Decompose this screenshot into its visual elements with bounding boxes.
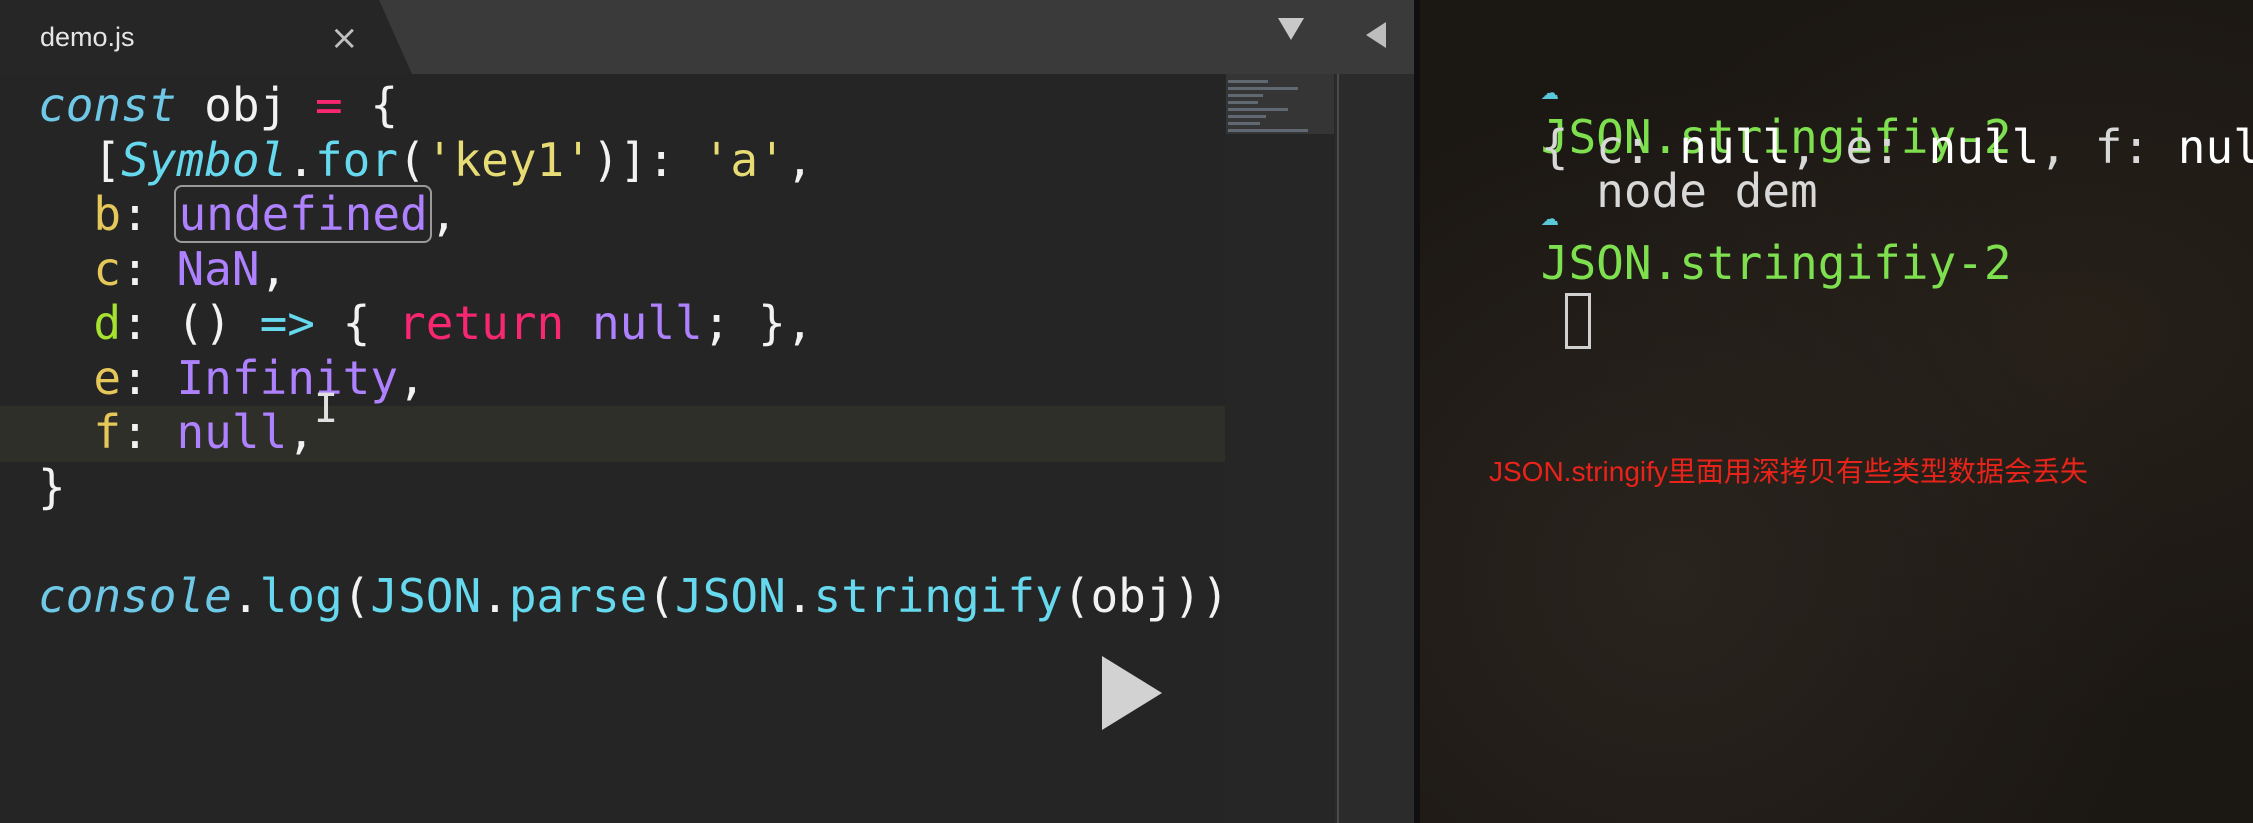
minimap[interactable] <box>1225 74 1335 823</box>
code-line[interactable]: f: null, <box>38 405 1257 460</box>
code-line[interactable]: console.log(JSON.parse(JSON.stringify(ob… <box>38 569 1257 624</box>
code-token: null <box>591 296 703 350</box>
code-token: 'key1' <box>425 132 592 187</box>
code-token: , <box>398 350 426 405</box>
code-token: log <box>259 568 343 623</box>
code-token: ( <box>398 132 426 187</box>
code-token: 'a' <box>702 132 786 187</box>
code-token: e <box>93 350 122 405</box>
code-token: : <box>121 350 177 405</box>
code-token: undefined <box>174 185 432 243</box>
code-token: NaN <box>176 241 260 296</box>
output-key-f: , f: <box>2039 120 2178 174</box>
code-token: Symbol <box>121 132 288 187</box>
code-token: } <box>38 459 66 514</box>
code-token: c <box>93 241 122 296</box>
code-line[interactable]: c: NaN, <box>38 242 1257 297</box>
code-line[interactable]: e: Infinity, <box>38 351 1257 406</box>
code-token: for <box>314 132 399 187</box>
code-line[interactable]: } <box>38 460 1257 515</box>
code-token: => <box>259 296 315 350</box>
code-editor[interactable]: demo.js × const obj = { [Symbol.for('key… <box>0 0 1414 823</box>
play-icon[interactable] <box>1102 656 1162 730</box>
code-token: Infinity <box>176 350 399 405</box>
output-val-f: null <box>2177 120 2253 174</box>
code-token: obj <box>176 78 315 132</box>
prompt-directory: JSON.stringifiy-2 <box>1540 236 2012 290</box>
code-token: console <box>38 568 232 623</box>
code-token: = <box>314 78 343 132</box>
code-token: : <box>121 405 177 459</box>
code-line[interactable]: b: undefined, <box>38 185 1257 243</box>
tab-bar: demo.js × <box>0 0 1414 74</box>
code-line[interactable]: d: () => { return null; }, <box>38 296 1257 351</box>
code-token: return <box>398 296 565 350</box>
cloud-icon: ☁ <box>1540 198 1559 233</box>
code-token: { <box>314 296 399 350</box>
code-token: , <box>287 405 315 459</box>
triangle-down-icon[interactable] <box>1278 18 1304 40</box>
vertical-ruler <box>1337 74 1339 823</box>
code-token: b <box>93 187 122 241</box>
code-token: const <box>38 78 177 132</box>
code-token: JSON <box>675 568 786 623</box>
minimap-lines <box>1228 80 1318 132</box>
terminal-cursor <box>1564 292 1591 349</box>
code-token: f <box>93 405 122 459</box>
code-token: . <box>785 568 814 623</box>
terminal-prompt-line-2[interactable]: ☁ JSON.stringifiy-2 <box>1430 128 2012 403</box>
code-token: . <box>287 132 315 187</box>
code-token: [ <box>38 132 122 187</box>
ibeam-cursor-icon: I <box>314 386 339 432</box>
code-token: parse <box>508 568 648 623</box>
editor-scroll-gutter[interactable] <box>1335 74 1414 823</box>
code-token: : <box>121 241 177 296</box>
code-token: JSON <box>370 568 482 623</box>
code-token: , <box>785 132 814 187</box>
tab-label: demo.js <box>40 22 135 52</box>
code-token: null <box>176 405 288 459</box>
code-token: . <box>231 568 260 623</box>
triangle-left-icon[interactable] <box>1366 22 1386 48</box>
code-line[interactable]: [Symbol.for('key1')]: 'a', <box>38 133 1257 188</box>
code-line[interactable] <box>38 514 1257 569</box>
code-token: d <box>93 296 122 350</box>
code-token: : () <box>121 296 260 350</box>
code-token: stringify <box>813 568 1063 623</box>
code-token: , <box>429 187 458 241</box>
annotation-text: JSON.stringify里面用深拷贝有些类型数据会丢失 <box>1489 456 2088 487</box>
code-token: : <box>121 187 177 241</box>
code-token: )]: <box>591 132 703 187</box>
code-token: ( <box>342 568 371 623</box>
code-token: ; }, <box>702 296 814 350</box>
code-token: , <box>259 241 288 296</box>
code-line[interactable]: const obj = { <box>38 78 1257 133</box>
code-content[interactable]: const obj = { [Symbol.for('key1')]: 'a',… <box>38 78 1257 623</box>
tab-close-icon[interactable]: × <box>330 18 359 58</box>
code-token: { <box>342 78 399 132</box>
code-token: ( <box>647 568 676 623</box>
code-token: . <box>481 568 509 623</box>
terminal-pane[interactable]: ☁ JSON.stringifiy-2 node dem { c: null, … <box>1420 0 2253 823</box>
